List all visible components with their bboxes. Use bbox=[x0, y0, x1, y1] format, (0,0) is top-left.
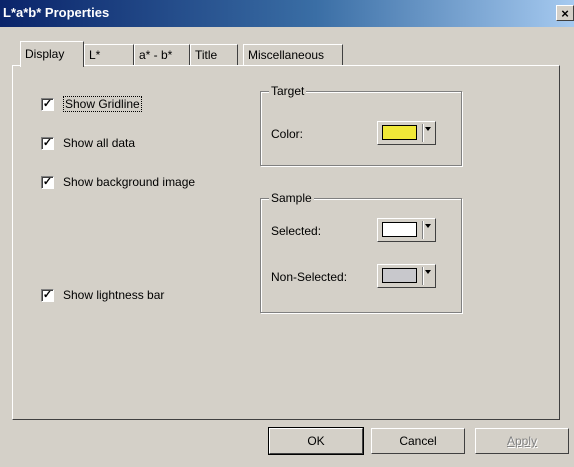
ok-button-label: OK bbox=[307, 434, 325, 448]
dropdown-arrow-icon bbox=[425, 270, 431, 274]
target-group: Target Color: bbox=[260, 84, 462, 166]
properties-dialog: L*a*b* Properties × Display L* a* - b* T… bbox=[0, 0, 574, 467]
apply-button-label: Apply bbox=[506, 434, 538, 448]
sample-nonselected-swatch bbox=[382, 268, 417, 283]
tab-miscellaneous[interactable]: Miscellaneous bbox=[243, 44, 343, 66]
tab-panel-display: ✓ Show Gridline ✓ Show all data ✓ Show b… bbox=[12, 65, 560, 420]
tab-ab[interactable]: a* - b* bbox=[134, 44, 190, 66]
target-group-title: Target bbox=[269, 84, 307, 98]
sample-group: Sample Selected: Non-Selected: bbox=[260, 191, 462, 313]
sample-selected-swatch bbox=[382, 222, 417, 237]
target-color-picker[interactable] bbox=[377, 121, 436, 145]
picker-separator bbox=[422, 221, 423, 239]
show-background-image-label: Show background image bbox=[63, 175, 196, 189]
picker-separator bbox=[422, 267, 423, 285]
show-all-data-label: Show all data bbox=[63, 136, 136, 150]
show-background-image-row[interactable]: ✓ Show background image bbox=[41, 174, 195, 190]
show-lightness-bar-checkbox[interactable]: ✓ bbox=[41, 288, 54, 302]
sample-nonselected-color-picker[interactable] bbox=[377, 264, 436, 288]
sample-selected-color-picker[interactable] bbox=[377, 218, 436, 242]
sample-group-title: Sample bbox=[269, 191, 314, 205]
tab-miscellaneous-label: Miscellaneous bbox=[248, 48, 325, 62]
show-background-image-checkbox[interactable]: ✓ bbox=[41, 175, 54, 189]
target-color-label: Color: bbox=[271, 127, 304, 141]
show-all-data-checkbox[interactable]: ✓ bbox=[41, 136, 54, 150]
close-icon: × bbox=[561, 6, 569, 21]
title-bar[interactable]: L*a*b* Properties × bbox=[0, 0, 574, 27]
picker-separator bbox=[422, 124, 423, 142]
ok-button[interactable]: OK bbox=[268, 427, 364, 455]
sample-nonselected-label: Non-Selected: bbox=[271, 270, 348, 284]
dropdown-arrow-icon bbox=[425, 127, 431, 131]
cancel-button[interactable]: Cancel bbox=[371, 428, 465, 454]
tab-display-label: Display bbox=[25, 47, 65, 61]
target-color-swatch bbox=[382, 125, 417, 140]
show-lightness-bar-row[interactable]: ✓ Show lightness bar bbox=[41, 287, 164, 303]
show-gridline-row[interactable]: ✓ Show Gridline bbox=[41, 96, 142, 112]
sample-selected-label: Selected: bbox=[271, 224, 322, 238]
tab-title-label: Title bbox=[195, 48, 218, 62]
cancel-button-label: Cancel bbox=[399, 434, 437, 448]
close-button[interactable]: × bbox=[556, 5, 574, 21]
dialog-title: L*a*b* Properties bbox=[3, 5, 110, 20]
show-gridline-checkbox[interactable]: ✓ bbox=[41, 97, 54, 111]
apply-button: Apply bbox=[475, 428, 569, 454]
show-all-data-row[interactable]: ✓ Show all data bbox=[41, 135, 135, 151]
tab-title[interactable]: Title bbox=[190, 44, 238, 66]
tab-display[interactable]: Display bbox=[20, 41, 84, 67]
tab-l-label: L* bbox=[89, 48, 101, 62]
show-gridline-label: Show Gridline bbox=[63, 96, 142, 112]
tab-l[interactable]: L* bbox=[84, 44, 134, 66]
show-lightness-bar-label: Show lightness bar bbox=[63, 288, 165, 302]
tab-ab-label: a* - b* bbox=[139, 48, 173, 62]
dropdown-arrow-icon bbox=[425, 224, 431, 228]
